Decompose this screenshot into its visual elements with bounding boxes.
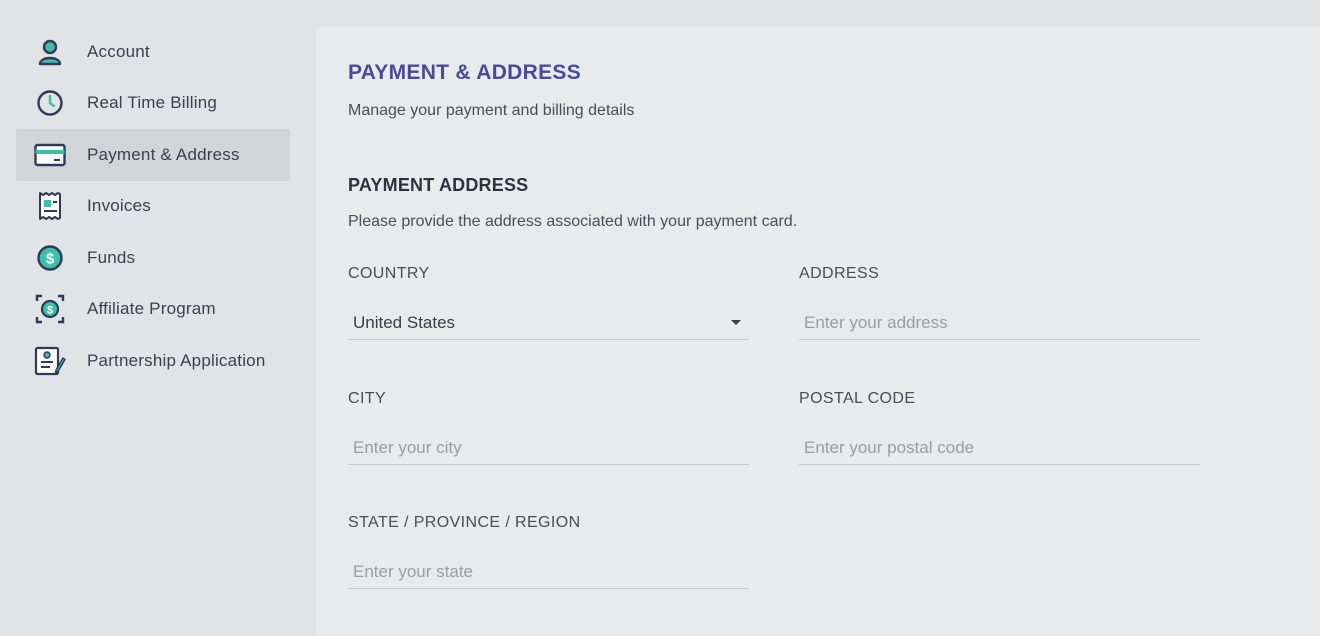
sidebar-item-label: Payment & Address	[87, 144, 240, 164]
clock-icon	[34, 87, 66, 119]
caret-down-icon	[731, 320, 741, 325]
affiliate-icon: $	[34, 293, 66, 325]
city-label: CITY	[348, 390, 387, 407]
receipt-icon	[34, 190, 66, 222]
city-field: CITY	[348, 389, 749, 465]
postal-code-input[interactable]	[799, 431, 1200, 465]
sidebar-item-payment-address[interactable]: Payment & Address	[16, 129, 290, 181]
city-input[interactable]	[348, 431, 749, 465]
user-icon	[34, 36, 66, 68]
state-input[interactable]	[348, 555, 749, 589]
page-subtitle: Manage your payment and billing details	[348, 102, 635, 119]
credit-card-icon	[34, 139, 66, 171]
sidebar-item-label: Affiliate Program	[87, 299, 216, 319]
application-form-icon	[34, 345, 66, 377]
sidebar-item-label: Real Time Billing	[87, 93, 218, 113]
sidebar-item-invoices[interactable]: Invoices	[16, 181, 290, 233]
sidebar-item-partnership-application[interactable]: Partnership Application	[16, 335, 290, 387]
sidebar: Account Real Time Billing Payment & Addr…	[16, 26, 290, 387]
section-description: Please provide the address associated wi…	[348, 213, 798, 230]
sidebar-item-real-time-billing[interactable]: Real Time Billing	[16, 78, 290, 130]
country-select[interactable]: United States	[348, 306, 749, 340]
sidebar-item-label: Funds	[87, 247, 136, 267]
country-label: COUNTRY	[348, 265, 430, 282]
country-field: COUNTRY United States	[348, 264, 749, 340]
sidebar-item-funds[interactable]: $ Funds	[16, 232, 290, 284]
sidebar-item-label: Partnership Application	[87, 350, 266, 370]
postal-code-label: POSTAL CODE	[799, 390, 916, 407]
svg-text:$: $	[47, 305, 53, 317]
sidebar-item-account[interactable]: Account	[16, 26, 290, 78]
address-input[interactable]	[799, 306, 1200, 340]
sidebar-item-label: Account	[87, 41, 150, 61]
postal-code-field: POSTAL CODE	[799, 389, 1200, 465]
sidebar-item-label: Invoices	[87, 196, 151, 216]
settings-page: Account Real Time Billing Payment & Addr…	[0, 0, 1320, 636]
address-field: ADDRESS	[799, 264, 1200, 340]
page-title: PAYMENT & ADDRESS	[348, 61, 582, 84]
dollar-coin-icon: $	[34, 242, 66, 274]
state-label: STATE / PROVINCE / REGION	[348, 514, 581, 531]
address-label: ADDRESS	[799, 265, 880, 282]
section-title: PAYMENT ADDRESS	[348, 175, 529, 195]
state-field: STATE / PROVINCE / REGION	[348, 513, 749, 589]
country-selected-value: United States	[353, 312, 456, 332]
main-panel: PAYMENT & ADDRESS Manage your payment an…	[316, 27, 1320, 636]
sidebar-item-affiliate-program[interactable]: $ Affiliate Program	[16, 284, 290, 336]
svg-text:$: $	[46, 250, 55, 267]
